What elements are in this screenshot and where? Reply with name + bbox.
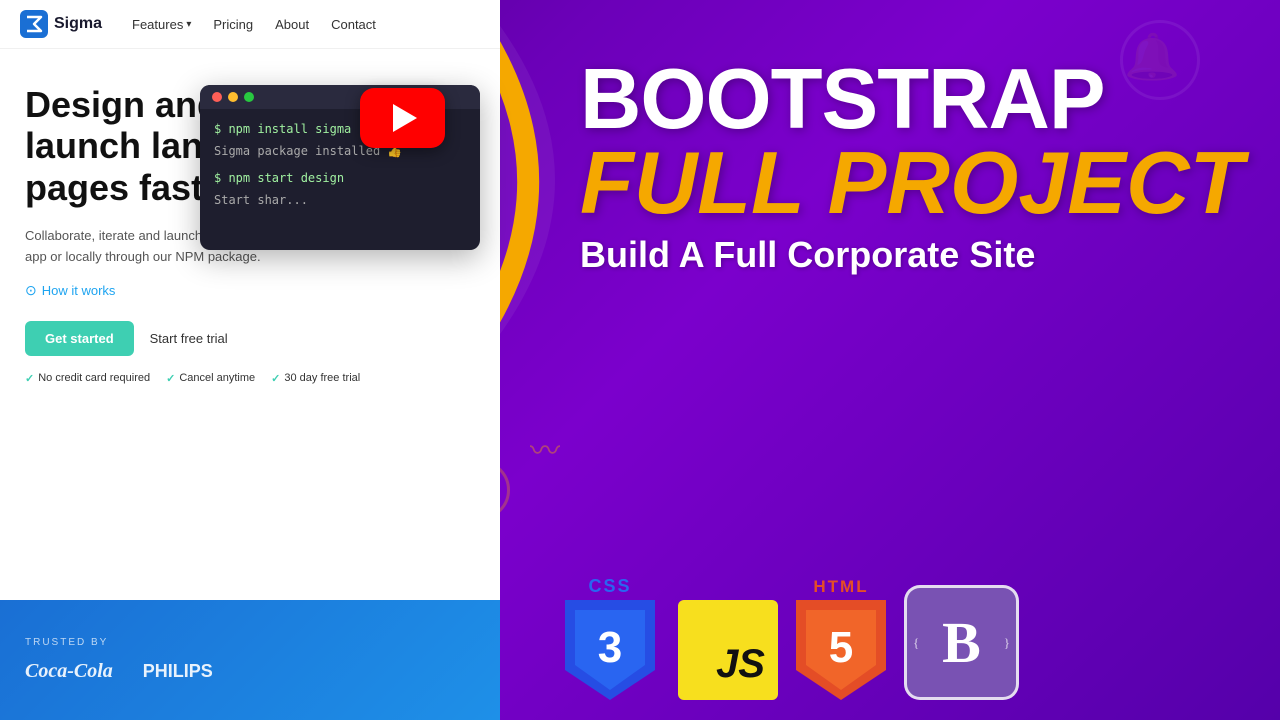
start-free-trial-link[interactable]: Start free trial bbox=[150, 331, 228, 346]
subtitle: Build A Full Corporate Site bbox=[580, 234, 1243, 276]
navbar: Sigma Features Pricing About Contact bbox=[0, 0, 500, 49]
coca-cola-logo: Coca-Cola bbox=[25, 660, 113, 683]
html-label: HTML bbox=[813, 577, 868, 597]
play-button[interactable] bbox=[360, 88, 445, 148]
svg-text:5: 5 bbox=[829, 623, 853, 672]
cta-row: Get started Start free trial bbox=[25, 321, 475, 356]
nav-features[interactable]: Features bbox=[132, 17, 191, 32]
play-triangle-icon bbox=[393, 104, 417, 132]
nav-contact[interactable]: Contact bbox=[331, 17, 376, 32]
deco-squiggle: 〰 bbox=[530, 426, 560, 470]
how-it-works-link[interactable]: How it works bbox=[25, 282, 475, 299]
terminal-dot-yellow bbox=[228, 92, 238, 102]
badges-row: No credit card required Cancel anytime 3… bbox=[25, 372, 475, 385]
right-content: BOOTSTRAP FULL PROJECT Build A Full Corp… bbox=[580, 60, 1243, 276]
trust-bar: TRUSTED BY Coca-Cola PHILIPS bbox=[0, 600, 500, 720]
logo[interactable]: Sigma bbox=[20, 10, 102, 38]
badge-free-trial: 30 day free trial bbox=[271, 372, 360, 385]
bootstrap-label: B bbox=[942, 609, 981, 676]
terminal-line4: Start shar... bbox=[214, 190, 466, 212]
logo-text: Sigma bbox=[54, 15, 102, 33]
nav-about[interactable]: About bbox=[275, 17, 309, 32]
js-label: JS bbox=[708, 634, 773, 695]
philips-logo: PHILIPS bbox=[143, 661, 213, 682]
trusted-by-label: TRUSTED BY bbox=[25, 637, 475, 648]
terminal-dot-green bbox=[244, 92, 254, 102]
svg-text:3: 3 bbox=[598, 623, 622, 672]
css-label: CSS bbox=[588, 576, 631, 597]
badge-cancel-anytime: Cancel anytime bbox=[166, 372, 255, 385]
html5-shield: 5 bbox=[796, 600, 886, 700]
badge-no-credit-card: No credit card required bbox=[25, 372, 150, 385]
terminal-line3: $ npm start design bbox=[214, 168, 466, 190]
trust-logos: Coca-Cola PHILIPS bbox=[25, 660, 475, 683]
js-icon: JS bbox=[678, 600, 778, 700]
tech-icons-row: CSS 3 JS HTML 5 { B } bbox=[560, 576, 1019, 700]
sigma-logo-icon bbox=[20, 10, 48, 38]
nav-links: Features Pricing About Contact bbox=[132, 17, 376, 32]
full-project-title: FULL PROJECT bbox=[580, 141, 1243, 225]
bootstrap-icon: { B } bbox=[904, 585, 1019, 700]
left-play-icon[interactable]: ▶ bbox=[8, 400, 20, 420]
nav-pricing[interactable]: Pricing bbox=[213, 17, 253, 32]
css3-icon: CSS 3 bbox=[560, 576, 660, 700]
html5-icon: HTML 5 bbox=[796, 577, 886, 700]
bootstrap-title: BOOTSTRAP bbox=[580, 60, 1243, 141]
css3-shield: 3 bbox=[565, 600, 655, 700]
get-started-button[interactable]: Get started bbox=[25, 321, 134, 356]
terminal-dot-red bbox=[212, 92, 222, 102]
